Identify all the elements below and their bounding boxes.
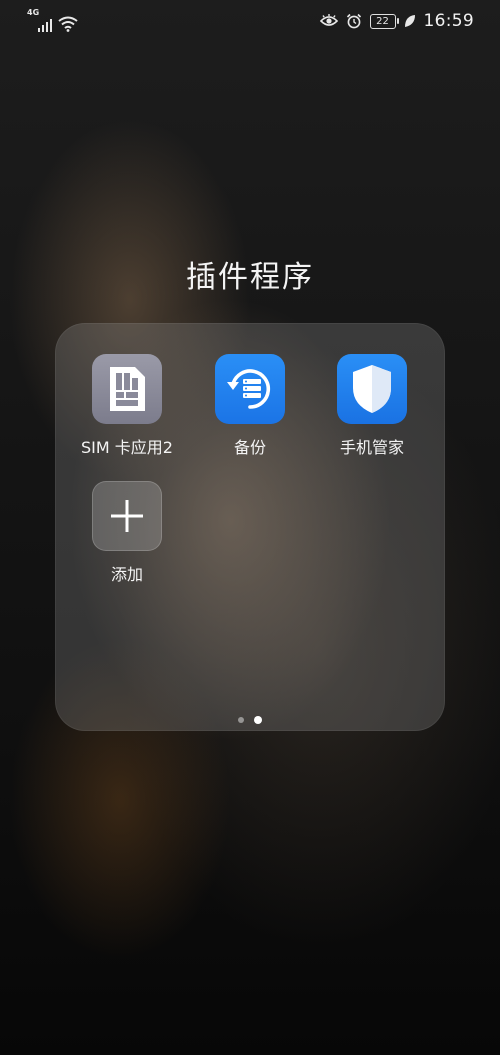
page-dot-active[interactable] [254, 716, 262, 724]
app-backup[interactable]: 备份 [189, 354, 311, 458]
app-label: 备份 [233, 438, 266, 457]
app-label: SIM 卡应用2 [81, 438, 173, 457]
battery-icon: 22 [369, 13, 399, 29]
alarm-icon [346, 13, 361, 29]
battery-level: 22 [376, 15, 389, 27]
app-label: 手机管家 [339, 438, 404, 457]
signal-icon [38, 19, 52, 32]
app-sim-card[interactable]: SIM 卡应用2 [66, 354, 188, 458]
network-type-label: 4G [27, 8, 40, 17]
status-right: 22 16:59 [319, 9, 475, 33]
status-bar: 4G 22 16:59 [0, 0, 500, 40]
eye-comfort-icon [319, 14, 338, 26]
page-dot[interactable] [238, 717, 244, 723]
backup-icon[interactable] [215, 354, 285, 424]
wifi-icon [58, 16, 78, 32]
app-add[interactable]: 添加 [66, 481, 188, 585]
shield-icon[interactable] [337, 354, 407, 424]
folder-panel: SIM 卡应用2 备份 手机管家 添加 [55, 323, 445, 731]
plus-icon[interactable] [92, 481, 162, 551]
status-time: 16:59 [423, 11, 474, 31]
page-indicator[interactable] [55, 716, 445, 724]
app-label: 添加 [110, 565, 143, 584]
power-saving-leaf-icon [404, 15, 415, 27]
app-phone-manager[interactable]: 手机管家 [311, 354, 433, 458]
folder-title[interactable]: 插件程序 [0, 252, 500, 296]
sim-card-icon[interactable] [92, 354, 162, 424]
status-left: 4G [27, 8, 78, 32]
